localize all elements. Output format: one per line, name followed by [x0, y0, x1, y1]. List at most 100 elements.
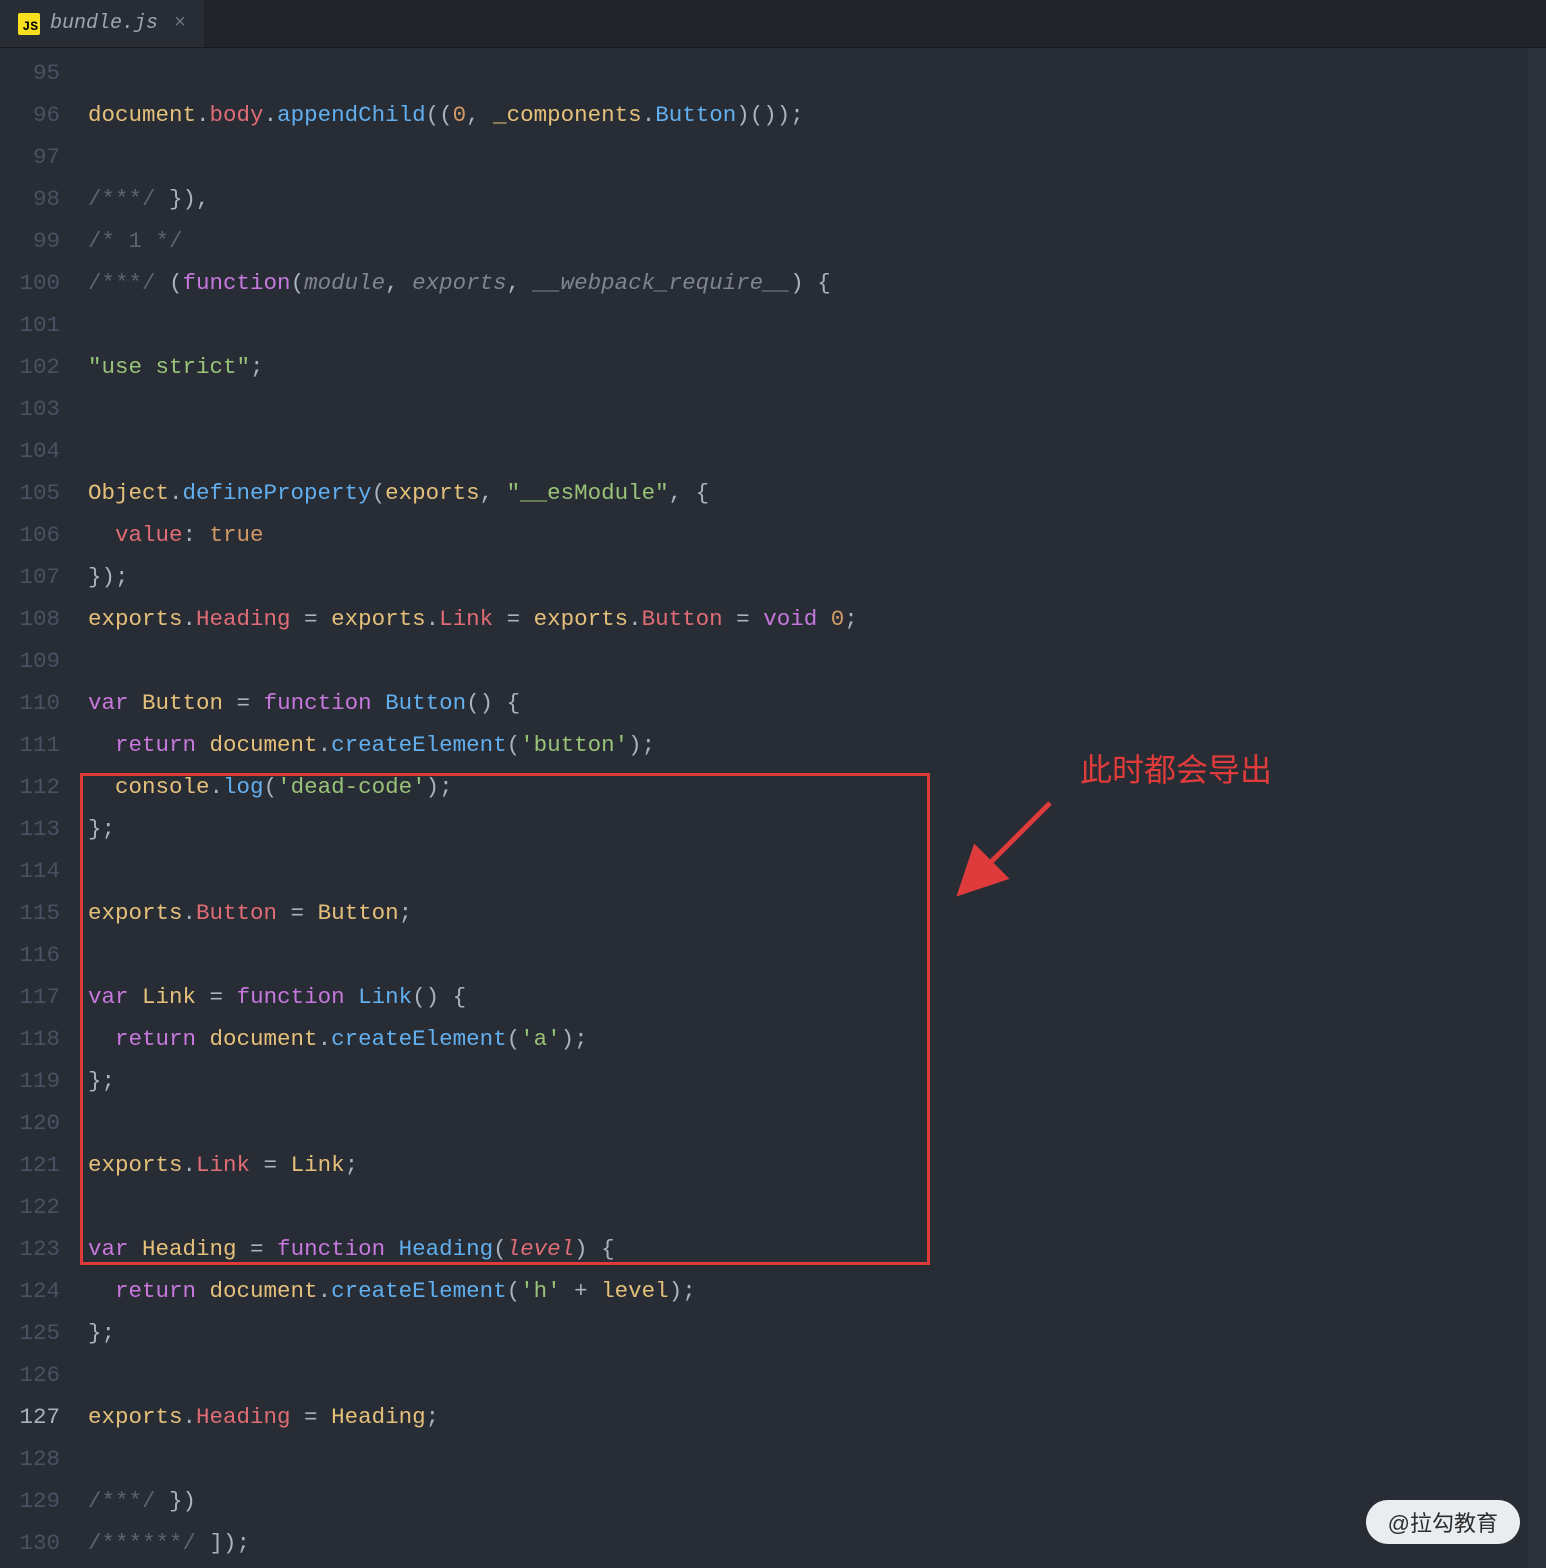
code-line[interactable]: 99/* 1 */: [0, 220, 1546, 262]
code-line[interactable]: 124 return document.createElement('h' + …: [0, 1270, 1546, 1312]
line-number: 123: [0, 1228, 88, 1270]
line-number: 99: [0, 220, 88, 262]
line-number: 107: [0, 556, 88, 598]
code-line[interactable]: 122: [0, 1186, 1546, 1228]
code-content: /* 1 */: [88, 220, 1546, 262]
code-editor: JS bundle.js × 9596document.body.appendC…: [0, 0, 1546, 1568]
code-content: var Link = function Link() {: [88, 976, 1546, 1018]
code-content: console.log('dead-code');: [88, 766, 1546, 808]
code-content: [88, 640, 1546, 682]
line-number: 100: [0, 262, 88, 304]
code-line[interactable]: 119};: [0, 1060, 1546, 1102]
code-line[interactable]: 109: [0, 640, 1546, 682]
code-line[interactable]: 117var Link = function Link() {: [0, 976, 1546, 1018]
line-number: 129: [0, 1480, 88, 1522]
code-content: var Heading = function Heading(level) {: [88, 1228, 1546, 1270]
line-number: 127: [0, 1396, 88, 1438]
code-content: [88, 388, 1546, 430]
code-line[interactable]: 113};: [0, 808, 1546, 850]
watermark-badge: @拉勾教育: [1366, 1500, 1520, 1544]
code-content: [88, 52, 1546, 94]
code-content: exports.Heading = exports.Link = exports…: [88, 598, 1546, 640]
code-content: exports.Link = Link;: [88, 1144, 1546, 1186]
code-content: value: true: [88, 514, 1546, 556]
code-line[interactable]: 105Object.defineProperty(exports, "__esM…: [0, 472, 1546, 514]
code-line[interactable]: 106 value: true: [0, 514, 1546, 556]
code-line[interactable]: 130/******/ ]);: [0, 1522, 1546, 1564]
line-number: 117: [0, 976, 88, 1018]
code-line[interactable]: 126: [0, 1354, 1546, 1396]
line-number: 112: [0, 766, 88, 808]
code-area[interactable]: 9596document.body.appendChild((0, _compo…: [0, 48, 1546, 1564]
code-line[interactable]: 110var Button = function Button() {: [0, 682, 1546, 724]
tab-bundle-js[interactable]: JS bundle.js ×: [0, 0, 204, 47]
line-number: 113: [0, 808, 88, 850]
code-content: document.body.appendChild((0, _component…: [88, 94, 1546, 136]
code-line[interactable]: 96document.body.appendChild((0, _compone…: [0, 94, 1546, 136]
code-line[interactable]: 118 return document.createElement('a');: [0, 1018, 1546, 1060]
line-number: 95: [0, 52, 88, 94]
line-number: 126: [0, 1354, 88, 1396]
code-line[interactable]: 125};: [0, 1312, 1546, 1354]
line-number: 119: [0, 1060, 88, 1102]
code-line[interactable]: 100/***/ (function(module, exports, __we…: [0, 262, 1546, 304]
code-content: return document.createElement('h' + leve…: [88, 1270, 1546, 1312]
code-line[interactable]: 97: [0, 136, 1546, 178]
line-number: 118: [0, 1018, 88, 1060]
code-line[interactable]: 120: [0, 1102, 1546, 1144]
code-line[interactable]: 111 return document.createElement('butto…: [0, 724, 1546, 766]
line-number: 121: [0, 1144, 88, 1186]
code-content: /***/ }): [88, 1480, 1546, 1522]
code-line[interactable]: 128: [0, 1438, 1546, 1480]
code-content: [88, 1354, 1546, 1396]
close-icon[interactable]: ×: [174, 12, 186, 35]
code-line[interactable]: 101: [0, 304, 1546, 346]
code-content: return document.createElement('button');: [88, 724, 1546, 766]
tab-bar: JS bundle.js ×: [0, 0, 1546, 48]
code-line[interactable]: 114: [0, 850, 1546, 892]
code-content: [88, 136, 1546, 178]
code-line[interactable]: 127exports.Heading = Heading;: [0, 1396, 1546, 1438]
code-content: [88, 430, 1546, 472]
code-line[interactable]: 129/***/ }): [0, 1480, 1546, 1522]
line-number: 128: [0, 1438, 88, 1480]
code-line[interactable]: 115exports.Button = Button;: [0, 892, 1546, 934]
line-number: 108: [0, 598, 88, 640]
code-content: exports.Button = Button;: [88, 892, 1546, 934]
line-number: 122: [0, 1186, 88, 1228]
code-line[interactable]: 107});: [0, 556, 1546, 598]
code-content: /******/ ]);: [88, 1522, 1546, 1564]
code-content: };: [88, 808, 1546, 850]
line-number: 109: [0, 640, 88, 682]
code-line[interactable]: 103: [0, 388, 1546, 430]
line-number: 104: [0, 430, 88, 472]
code-line[interactable]: 108exports.Heading = exports.Link = expo…: [0, 598, 1546, 640]
line-number: 125: [0, 1312, 88, 1354]
code-line[interactable]: 102"use strict";: [0, 346, 1546, 388]
code-line[interactable]: 116: [0, 934, 1546, 976]
code-content: [88, 934, 1546, 976]
code-line[interactable]: 121exports.Link = Link;: [0, 1144, 1546, 1186]
code-line[interactable]: 98/***/ }),: [0, 178, 1546, 220]
js-file-icon: JS: [18, 13, 40, 35]
minimap[interactable]: [1528, 48, 1546, 1568]
code-content: [88, 1186, 1546, 1228]
code-content: [88, 1102, 1546, 1144]
code-line[interactable]: 112 console.log('dead-code');: [0, 766, 1546, 808]
line-number: 110: [0, 682, 88, 724]
code-content: /***/ (function(module, exports, __webpa…: [88, 262, 1546, 304]
line-number: 98: [0, 178, 88, 220]
line-number: 116: [0, 934, 88, 976]
code-content: return document.createElement('a');: [88, 1018, 1546, 1060]
line-number: 115: [0, 892, 88, 934]
code-line[interactable]: 95: [0, 52, 1546, 94]
code-content: exports.Heading = Heading;: [88, 1396, 1546, 1438]
code-line[interactable]: 123var Heading = function Heading(level)…: [0, 1228, 1546, 1270]
code-content: };: [88, 1060, 1546, 1102]
code-content: };: [88, 1312, 1546, 1354]
line-number: 102: [0, 346, 88, 388]
tab-filename: bundle.js: [50, 12, 158, 35]
code-line[interactable]: 104: [0, 430, 1546, 472]
line-number: 114: [0, 850, 88, 892]
code-content: /***/ }),: [88, 178, 1546, 220]
